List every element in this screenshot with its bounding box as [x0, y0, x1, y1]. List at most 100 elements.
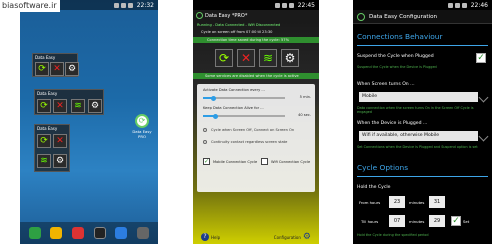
cycle-info: Cycle on screen off from 07:00 til 23:30: [201, 30, 273, 34]
wifi-icon[interactable]: ≋: [259, 49, 277, 67]
status-time: 22:32: [136, 1, 154, 9]
help-icon: ?: [201, 233, 209, 241]
app-label: Data Easy PRO: [132, 129, 152, 139]
keep-value: 40 sec.: [298, 113, 311, 117]
phone-icon[interactable]: [28, 227, 41, 239]
settings-card: Activate Data Connection every ... 5 min…: [197, 84, 315, 192]
app-title-bar: Data Easy *PRO*: [193, 10, 319, 21]
mobile-cycle-icon[interactable]: ⟳: [215, 49, 233, 67]
close-icon[interactable]: ✕: [237, 49, 255, 67]
section-connections-behaviour: Connections Behaviour: [357, 32, 443, 41]
activate-label: Activate Data Connection every ...: [203, 88, 265, 92]
suspend-sub: Suspend the Cycle when the Device is Plu…: [357, 65, 437, 69]
help-label: Help: [211, 234, 221, 240]
hold-sub: Hold the Cycle during the specified peri…: [357, 233, 429, 237]
set-checkbox[interactable]: ✓: [451, 216, 461, 226]
from-hours-label: From hours: [359, 200, 381, 205]
section-divider: [357, 176, 488, 177]
app-icon: [196, 12, 203, 19]
configuration-label: Configuration: [273, 234, 301, 240]
opera-icon[interactable]: [72, 227, 85, 239]
till-minutes-label: minutes: [409, 219, 425, 224]
close-icon[interactable]: ✕: [53, 99, 67, 113]
messages-icon[interactable]: [115, 227, 128, 239]
wifi-cycle-label: Wifi Connection Cycle: [271, 160, 311, 164]
app-shortcut-data-easy[interactable]: ⟳ Data Easy PRO: [128, 114, 156, 139]
ticker-text-1: Connection time saved during the cycle: …: [207, 38, 289, 42]
keep-label: Keep Data Connection Alive for ...: [203, 106, 264, 110]
plugged-label: When the Device is Plugged ...: [357, 121, 428, 126]
activate-value: 5 min.: [299, 95, 311, 99]
wifi-cycle-checkbox[interactable]: [261, 158, 268, 165]
main-body: Running - Data Connected - Wifi Disconne…: [193, 21, 319, 244]
till-minutes-input[interactable]: 29: [429, 215, 445, 227]
activate-slider[interactable]: [203, 95, 285, 101]
keep-slider[interactable]: [203, 113, 285, 119]
ticker-bar-1: Connection time saved during the cycle: …: [193, 37, 319, 43]
from-hours-input[interactable]: 23: [389, 196, 405, 208]
folder-icon[interactable]: [50, 227, 63, 239]
widget-data-easy-3[interactable]: Data Easy ⟳ ✕ ≋ ⚙: [34, 124, 70, 172]
screen-on-sub: Data connection when the screen turns On…: [357, 106, 474, 114]
ticker-bar-2: Some services are disabled when the cycl…: [193, 73, 319, 79]
from-minutes-label: minutes: [409, 200, 425, 205]
wifi-icon[interactable]: ≋: [37, 154, 51, 168]
quick-buttons: ⟳ ✕ ≋ ⚙: [215, 45, 305, 69]
set-label: Set: [463, 219, 470, 224]
widget-data-easy-2[interactable]: Data Easy ⟳ ✕ ≋ ⚙: [34, 89, 104, 115]
mobile-cycle-label: Mobile Connection Cycle: [213, 160, 258, 164]
plugged-select[interactable]: Wifi if available, otherwise Mobile: [359, 131, 478, 141]
close-icon[interactable]: ✕: [53, 134, 67, 148]
radio-screen-off[interactable]: [203, 128, 207, 132]
ticker-text-2: Some services are disabled when the cycl…: [205, 74, 299, 78]
close-icon[interactable]: ✕: [50, 62, 64, 76]
mobile-cycle-icon[interactable]: ⟳: [37, 99, 51, 113]
data-easy-icon: ⟳: [135, 114, 149, 128]
wifi-icon[interactable]: ≋: [71, 99, 85, 113]
radio-screen-off-label: Cycle when Screen Off, Connect on Screen…: [211, 128, 295, 132]
status-bar: 22:45: [193, 0, 319, 10]
running-status: Running - Data Connected - Wifi Disconne…: [197, 23, 281, 27]
configuration-panel: 22:46 Data Easy Configuration Connection…: [353, 0, 492, 244]
plugged-sub: Set Connections when the Device is Plugg…: [357, 145, 478, 149]
mobile-cycle-icon[interactable]: ⟳: [35, 62, 49, 76]
gear-icon: ⚙: [302, 232, 311, 242]
play-icon[interactable]: [93, 227, 106, 239]
mobile-cycle-checkbox[interactable]: ✓: [203, 158, 210, 165]
watermark-text: biasoftware.ir: [2, 1, 57, 10]
dock: [20, 222, 158, 244]
configuration-button[interactable]: Configuration ⚙: [274, 232, 311, 242]
settings-icon[interactable]: ⚙: [281, 49, 299, 67]
till-hours-input[interactable]: 07: [389, 215, 405, 227]
widget-data-easy-1[interactable]: Data Easy ⟳ ✕ ⚙: [32, 53, 79, 77]
widget-label: Data Easy: [37, 91, 58, 96]
main-app-panel: 22:45 Data Easy *PRO* Running - Data Con…: [193, 0, 319, 244]
suspend-checkbox[interactable]: ✓: [476, 53, 486, 63]
from-minutes-input[interactable]: 31: [429, 196, 445, 208]
apps-icon[interactable]: [137, 227, 150, 239]
suspend-label: Suspend the Cycle when Plugged: [357, 54, 434, 59]
app-title: Data Easy *PRO*: [205, 12, 248, 19]
widget-label: Data Easy: [35, 55, 56, 60]
mobile-cycle-icon[interactable]: ⟳: [37, 134, 51, 148]
status-time: 22:46: [470, 1, 488, 9]
section-cycle-options: Cycle Options: [357, 163, 409, 172]
radio-continuity[interactable]: [203, 140, 207, 144]
home-screen-panel: 22:32 Data Easy ⟳ ✕ ⚙ Data Easy ⟳ ✕ ≋ ⚙ …: [20, 0, 158, 244]
settings-icon[interactable]: ⚙: [65, 62, 79, 76]
help-button[interactable]: ? Help: [201, 233, 220, 241]
screen-on-label: When Screen turns On ...: [357, 82, 415, 87]
status-time: 22:45: [297, 1, 315, 9]
radio-continuity-label: Continuity contact regardless screen sta…: [211, 140, 288, 144]
hold-label: Hold the Cycle: [357, 185, 391, 190]
status-bar: 22:46: [353, 0, 492, 10]
settings-icon[interactable]: ⚙: [88, 99, 102, 113]
config-title: Data Easy Configuration: [369, 13, 438, 20]
settings-icon[interactable]: ⚙: [53, 154, 67, 168]
screen-on-select[interactable]: Mobile: [359, 92, 478, 102]
section-divider: [357, 45, 488, 46]
till-hours-label: Till hours: [361, 219, 379, 224]
widget-label: Data Easy: [37, 126, 58, 131]
app-icon: [357, 13, 365, 21]
config-title-bar: Data Easy Configuration: [353, 10, 492, 24]
